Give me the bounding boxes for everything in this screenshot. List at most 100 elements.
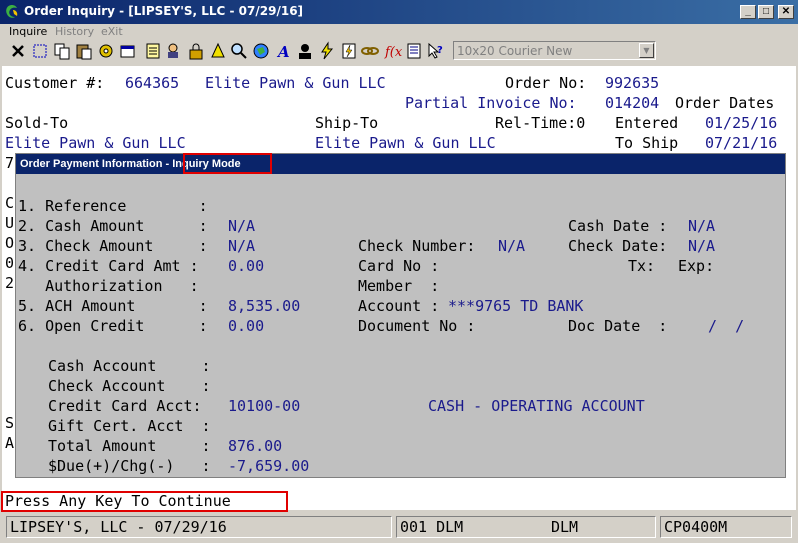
link-icon[interactable] [360, 41, 380, 61]
ship-to-label: Ship-To [315, 114, 379, 132]
window-title: Order Inquiry - [LIPSEY'S, LLC - 07/29/1… [24, 4, 304, 18]
dialog-title: Order Payment Information - Inquiry Mode [16, 154, 785, 174]
maximize-button[interactable]: □ [758, 5, 774, 19]
status-bar: LIPSEY'S, LLC - 07/29/16 001 DLM DLM CP04… [0, 512, 798, 543]
bg-fragment: C [5, 194, 15, 212]
ach-amount-label: 5. ACH Amount : [18, 297, 208, 315]
bell-icon[interactable] [208, 41, 228, 61]
flash-doc-icon[interactable] [339, 41, 359, 61]
menu-bar: Inquire History eXit [0, 24, 798, 40]
bg-fragment: S [5, 414, 15, 432]
title-bar: Order Inquiry - [LIPSEY'S, LLC - 07/29/1… [0, 0, 798, 24]
svg-text:?: ? [437, 45, 443, 56]
font-icon[interactable]: A [273, 41, 293, 61]
check-date: N/A [688, 237, 716, 255]
order-no-label: Order No: [505, 74, 587, 92]
to-ship-date: 07/21/16 [705, 134, 778, 152]
exp-label: Exp: [678, 257, 715, 275]
close-button[interactable]: ✕ [778, 5, 794, 19]
copy-icon[interactable] [52, 41, 72, 61]
toolbar: A f(x) ? 10x20 Courier New ▼ [0, 40, 798, 62]
cash-date: N/A [688, 217, 716, 235]
svg-text:f(x): f(x) [384, 45, 402, 60]
bg-fragment: 2 [5, 274, 15, 292]
cc-amt-label: 4. Credit Card Amt : [18, 257, 199, 275]
window-icon[interactable] [118, 41, 138, 61]
payment-dialog: Order Payment Information - Inquiry Mode… [15, 153, 786, 478]
due-chg: -7,659.00 [228, 457, 310, 475]
sold-to-label: Sold-To [5, 114, 69, 132]
sold-to-name: Elite Pawn & Gun LLC [5, 134, 186, 152]
check-number: N/A [498, 237, 526, 255]
partial-invoice-no: 014204 [605, 94, 660, 112]
person-icon[interactable] [295, 41, 315, 61]
order-no: 992635 [605, 74, 660, 92]
mode-highlight [183, 153, 272, 174]
user-icon[interactable] [164, 41, 184, 61]
check-amount-label: 3. Check Amount : [18, 237, 208, 255]
due-chg-label: $Due(+)/Chg(-) : [48, 457, 211, 475]
minimize-button[interactable]: _ [740, 5, 756, 19]
authorization-label: Authorization : [18, 277, 199, 295]
lightning-icon[interactable] [317, 41, 337, 61]
card-no-label: Card No : [358, 257, 440, 275]
total-amount: 876.00 [228, 437, 283, 455]
bg-fragment: U [5, 214, 15, 232]
status-user2: DLM [551, 518, 579, 536]
doc-date-label: Doc Date : [568, 317, 668, 335]
customer-label: Customer #: [5, 74, 105, 92]
to-ship-label: To Ship [615, 134, 679, 152]
lock-icon[interactable] [186, 41, 206, 61]
globe-icon[interactable] [251, 41, 271, 61]
select-icon[interactable] [30, 41, 50, 61]
tx-label: Tx: [628, 257, 656, 275]
ship-to-name: Elite Pawn & Gun LLC [315, 134, 496, 152]
paste-icon[interactable] [74, 41, 94, 61]
menu-exit[interactable]: eXit [101, 25, 123, 38]
customer-name: Elite Pawn & Gun LLC [205, 74, 386, 92]
rel-time-label: Rel-Time:0 [495, 114, 586, 132]
font-select[interactable]: 10x20 Courier New ▼ [453, 41, 656, 60]
customer-number: 664365 [125, 74, 180, 92]
check-amount: N/A [228, 237, 256, 255]
cash-amount-label: 2. Cash Amount : [18, 217, 208, 235]
entered-label: Entered [615, 114, 679, 132]
list-icon[interactable] [404, 41, 424, 61]
menu-inquire[interactable]: Inquire [9, 25, 47, 38]
account-label: Account : [358, 297, 440, 315]
cc-acct-desc: CASH - OPERATING ACCOUNT [428, 397, 645, 415]
partial-invoice-label: Partial Invoice No: [405, 94, 577, 112]
function-icon[interactable]: f(x) [382, 41, 407, 61]
check-date-label: Check Date: [568, 237, 668, 255]
check-number-label: Check Number: [358, 237, 476, 255]
cc-acct-label: Credit Card Acct: [48, 397, 202, 415]
status-company: LIPSEY'S, LLC - 07/29/16 [6, 516, 392, 538]
chevron-down-icon[interactable]: ▼ [639, 43, 654, 58]
cc-amt: 0.00 [228, 257, 265, 275]
check-account-label: Check Account : [48, 377, 211, 395]
bg-fragment: 7 [5, 154, 15, 172]
cash-account-label: Cash Account : [48, 357, 211, 375]
notepad-icon[interactable] [143, 41, 163, 61]
prompt-highlight [1, 491, 288, 512]
gift-cert-label: Gift Cert. Acct : [48, 417, 211, 435]
doc-date: / / [708, 317, 745, 335]
bg-fragment: A [5, 434, 15, 452]
cash-date-label: Cash Date : [568, 217, 668, 235]
ach-amount: 8,535.00 [228, 297, 301, 315]
search-icon[interactable] [229, 41, 249, 61]
status-user: 001 DLM DLM [396, 516, 656, 538]
reference-label: 1. Reference : [18, 197, 208, 215]
account-value: ***9765 TD BANK [448, 297, 584, 315]
bg-fragment: 0 [5, 254, 15, 272]
cancel-x-icon[interactable] [8, 41, 28, 61]
svg-text:A: A [276, 43, 290, 61]
help-icon[interactable]: ? [426, 41, 446, 61]
menu-history[interactable]: History [55, 25, 94, 38]
app-icon [6, 5, 18, 18]
bg-fragment: O [5, 234, 15, 252]
member-label: Member : [358, 277, 440, 295]
settings-icon[interactable] [96, 41, 116, 61]
order-dates-label: Order Dates [675, 94, 775, 112]
open-credit-label: 6. Open Credit : [18, 317, 208, 335]
